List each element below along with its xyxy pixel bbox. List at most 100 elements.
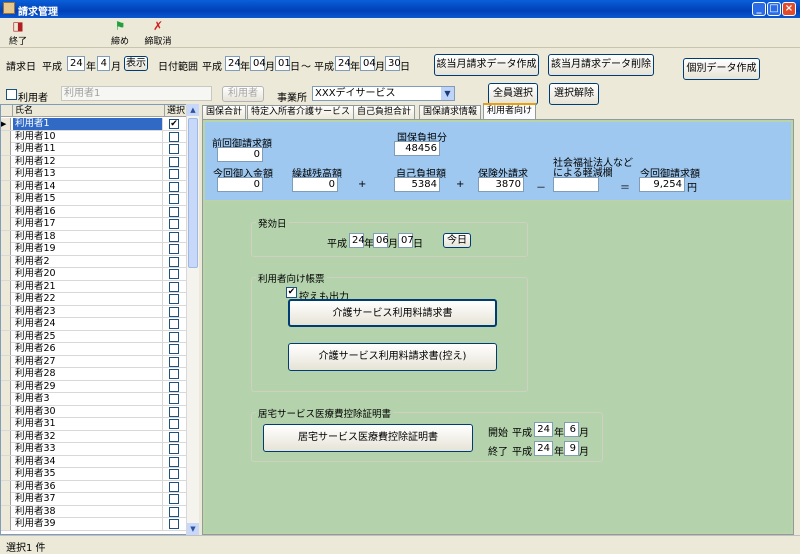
table-row[interactable]: 利用者21 [1, 280, 187, 293]
chevron-down-icon[interactable]: ▼ [441, 87, 454, 100]
user-name-cell[interactable]: 利用者37 [13, 493, 163, 505]
select-checkbox[interactable] [169, 431, 179, 442]
user-name-cell[interactable]: 利用者33 [13, 443, 163, 455]
select-checkbox[interactable] [169, 194, 179, 204]
received-value[interactable]: 0 [217, 177, 263, 192]
maximize-button[interactable]: □ [767, 2, 781, 16]
select-checkbox[interactable] [169, 206, 179, 217]
table-row[interactable]: 利用者22 [1, 293, 187, 306]
minimize-button[interactable]: _ [752, 2, 766, 16]
user-filter-checkbox[interactable] [6, 89, 17, 100]
delete-billing-data-button[interactable]: 該当月請求データ削除 [548, 54, 654, 76]
select-checkbox[interactable] [169, 231, 179, 242]
list-scrollbar[interactable]: ▲ ▼ [186, 104, 199, 535]
select-checkbox[interactable] [169, 519, 179, 529]
select-checkbox[interactable] [169, 294, 179, 304]
user-name-cell[interactable]: 利用者31 [13, 418, 163, 430]
office-select[interactable]: XXXデイサービス ▼ [312, 86, 455, 101]
user-name-cell[interactable]: 利用者35 [13, 468, 163, 480]
select-checkbox[interactable] [169, 394, 179, 404]
table-row[interactable]: 利用者19 [1, 243, 187, 256]
select-checkbox[interactable] [169, 269, 179, 279]
exit-button[interactable]: ◨ 終了 [2, 19, 34, 48]
to-year-input[interactable]: 24 [335, 56, 351, 71]
select-checkbox[interactable] [169, 406, 179, 417]
table-row[interactable]: 利用者13 [1, 168, 187, 181]
user-name-cell[interactable]: 利用者17 [13, 218, 163, 230]
table-row[interactable]: 利用者24 [1, 318, 187, 331]
select-checkbox[interactable] [169, 319, 179, 329]
start-month-input[interactable]: 6 [564, 422, 579, 437]
scroll-down-icon[interactable]: ▼ [187, 523, 199, 535]
close-month-button[interactable]: ⚑ 締め [104, 19, 136, 48]
select-checkbox[interactable] [169, 256, 179, 267]
user-name-cell[interactable]: 利用者27 [13, 355, 163, 368]
user-name-cell[interactable]: 利用者30 [13, 405, 163, 418]
user-name-cell[interactable]: 利用者36 [13, 480, 163, 493]
select-checkbox[interactable] [169, 131, 179, 142]
user-name-cell[interactable]: 利用者14 [13, 180, 163, 193]
user-name-cell[interactable]: 利用者39 [13, 518, 163, 530]
table-row[interactable]: 利用者12 [1, 155, 187, 168]
select-checkbox[interactable] [169, 281, 179, 292]
select-checkbox[interactable] [169, 356, 179, 367]
select-checkbox[interactable] [169, 219, 179, 229]
table-row[interactable]: 利用者25 [1, 330, 187, 343]
tab-for-user[interactable]: 利用者向け [483, 103, 537, 120]
table-row[interactable]: 利用者26 [1, 343, 187, 356]
end-month-input[interactable]: 9 [564, 441, 579, 456]
select-checkbox[interactable] [169, 156, 179, 167]
user-name-cell[interactable]: 利用者34 [13, 455, 163, 468]
invoice-copy-button[interactable]: 介護サービス利用料請求書(控え) [288, 343, 497, 371]
table-row[interactable]: 利用者29 [1, 380, 187, 393]
tab-self-pay-total[interactable]: 自己負担合計 [353, 105, 416, 119]
scroll-thumb[interactable] [188, 118, 198, 268]
table-row[interactable]: 利用者3 [1, 393, 187, 406]
user-name-cell[interactable]: 利用者18 [13, 230, 163, 243]
select-checkbox[interactable] [169, 344, 179, 354]
table-row[interactable]: ▶ 利用者1 ✔ [1, 118, 187, 131]
user-name-cell[interactable]: 利用者10 [13, 130, 163, 143]
close-button[interactable]: × [782, 2, 796, 16]
name-column-header[interactable]: 氏名 [13, 105, 165, 117]
user-name-cell[interactable]: 利用者3 [13, 393, 163, 405]
table-row[interactable]: 利用者32 [1, 430, 187, 443]
show-button[interactable]: 表示 [124, 56, 148, 71]
table-row[interactable]: 利用者11 [1, 143, 187, 156]
table-row[interactable]: 利用者36 [1, 480, 187, 493]
table-row[interactable]: 利用者17 [1, 218, 187, 231]
select-checkbox[interactable] [169, 481, 179, 492]
to-day-input[interactable]: 30 [385, 56, 401, 71]
table-row[interactable]: 利用者35 [1, 468, 187, 481]
table-row[interactable]: 利用者39 [1, 518, 187, 531]
select-checkbox[interactable] [169, 369, 179, 379]
issue-year-input[interactable]: 24 [349, 233, 365, 248]
select-column-header[interactable]: 選択 [165, 105, 187, 117]
select-checkbox[interactable] [169, 331, 179, 342]
table-row[interactable]: 利用者15 [1, 193, 187, 206]
copy-output-checkbox[interactable]: ✔ [286, 287, 297, 298]
from-year-input[interactable]: 24 [225, 56, 241, 71]
table-row[interactable]: 利用者31 [1, 418, 187, 431]
select-checkbox[interactable] [169, 306, 179, 317]
select-all-button[interactable]: 全員選択 [488, 83, 538, 105]
select-checkbox[interactable] [169, 494, 179, 504]
select-checkbox[interactable] [169, 381, 179, 392]
social-reduction-input[interactable] [553, 177, 599, 192]
issue-day-input[interactable]: 07 [398, 233, 414, 248]
select-checkbox[interactable] [169, 244, 179, 254]
issue-month-input[interactable]: 06 [373, 233, 389, 248]
table-row[interactable]: 利用者23 [1, 305, 187, 318]
table-row[interactable]: 利用者27 [1, 355, 187, 368]
select-checkbox[interactable] [169, 456, 179, 467]
deselect-button[interactable]: 選択解除 [549, 83, 599, 105]
table-row[interactable]: 利用者16 [1, 205, 187, 218]
user-name-cell[interactable]: 利用者19 [13, 243, 163, 255]
user-name-cell[interactable]: 利用者2 [13, 255, 163, 268]
invoice-button[interactable]: 介護サービス利用料請求書 [288, 299, 497, 327]
create-billing-data-button[interactable]: 該当月請求データ作成 [434, 54, 539, 76]
user-name-cell[interactable]: 利用者23 [13, 305, 163, 318]
from-month-input[interactable]: 04 [250, 56, 266, 71]
user-name-cell[interactable]: 利用者20 [13, 268, 163, 280]
user-name-cell[interactable]: 利用者11 [13, 143, 163, 155]
